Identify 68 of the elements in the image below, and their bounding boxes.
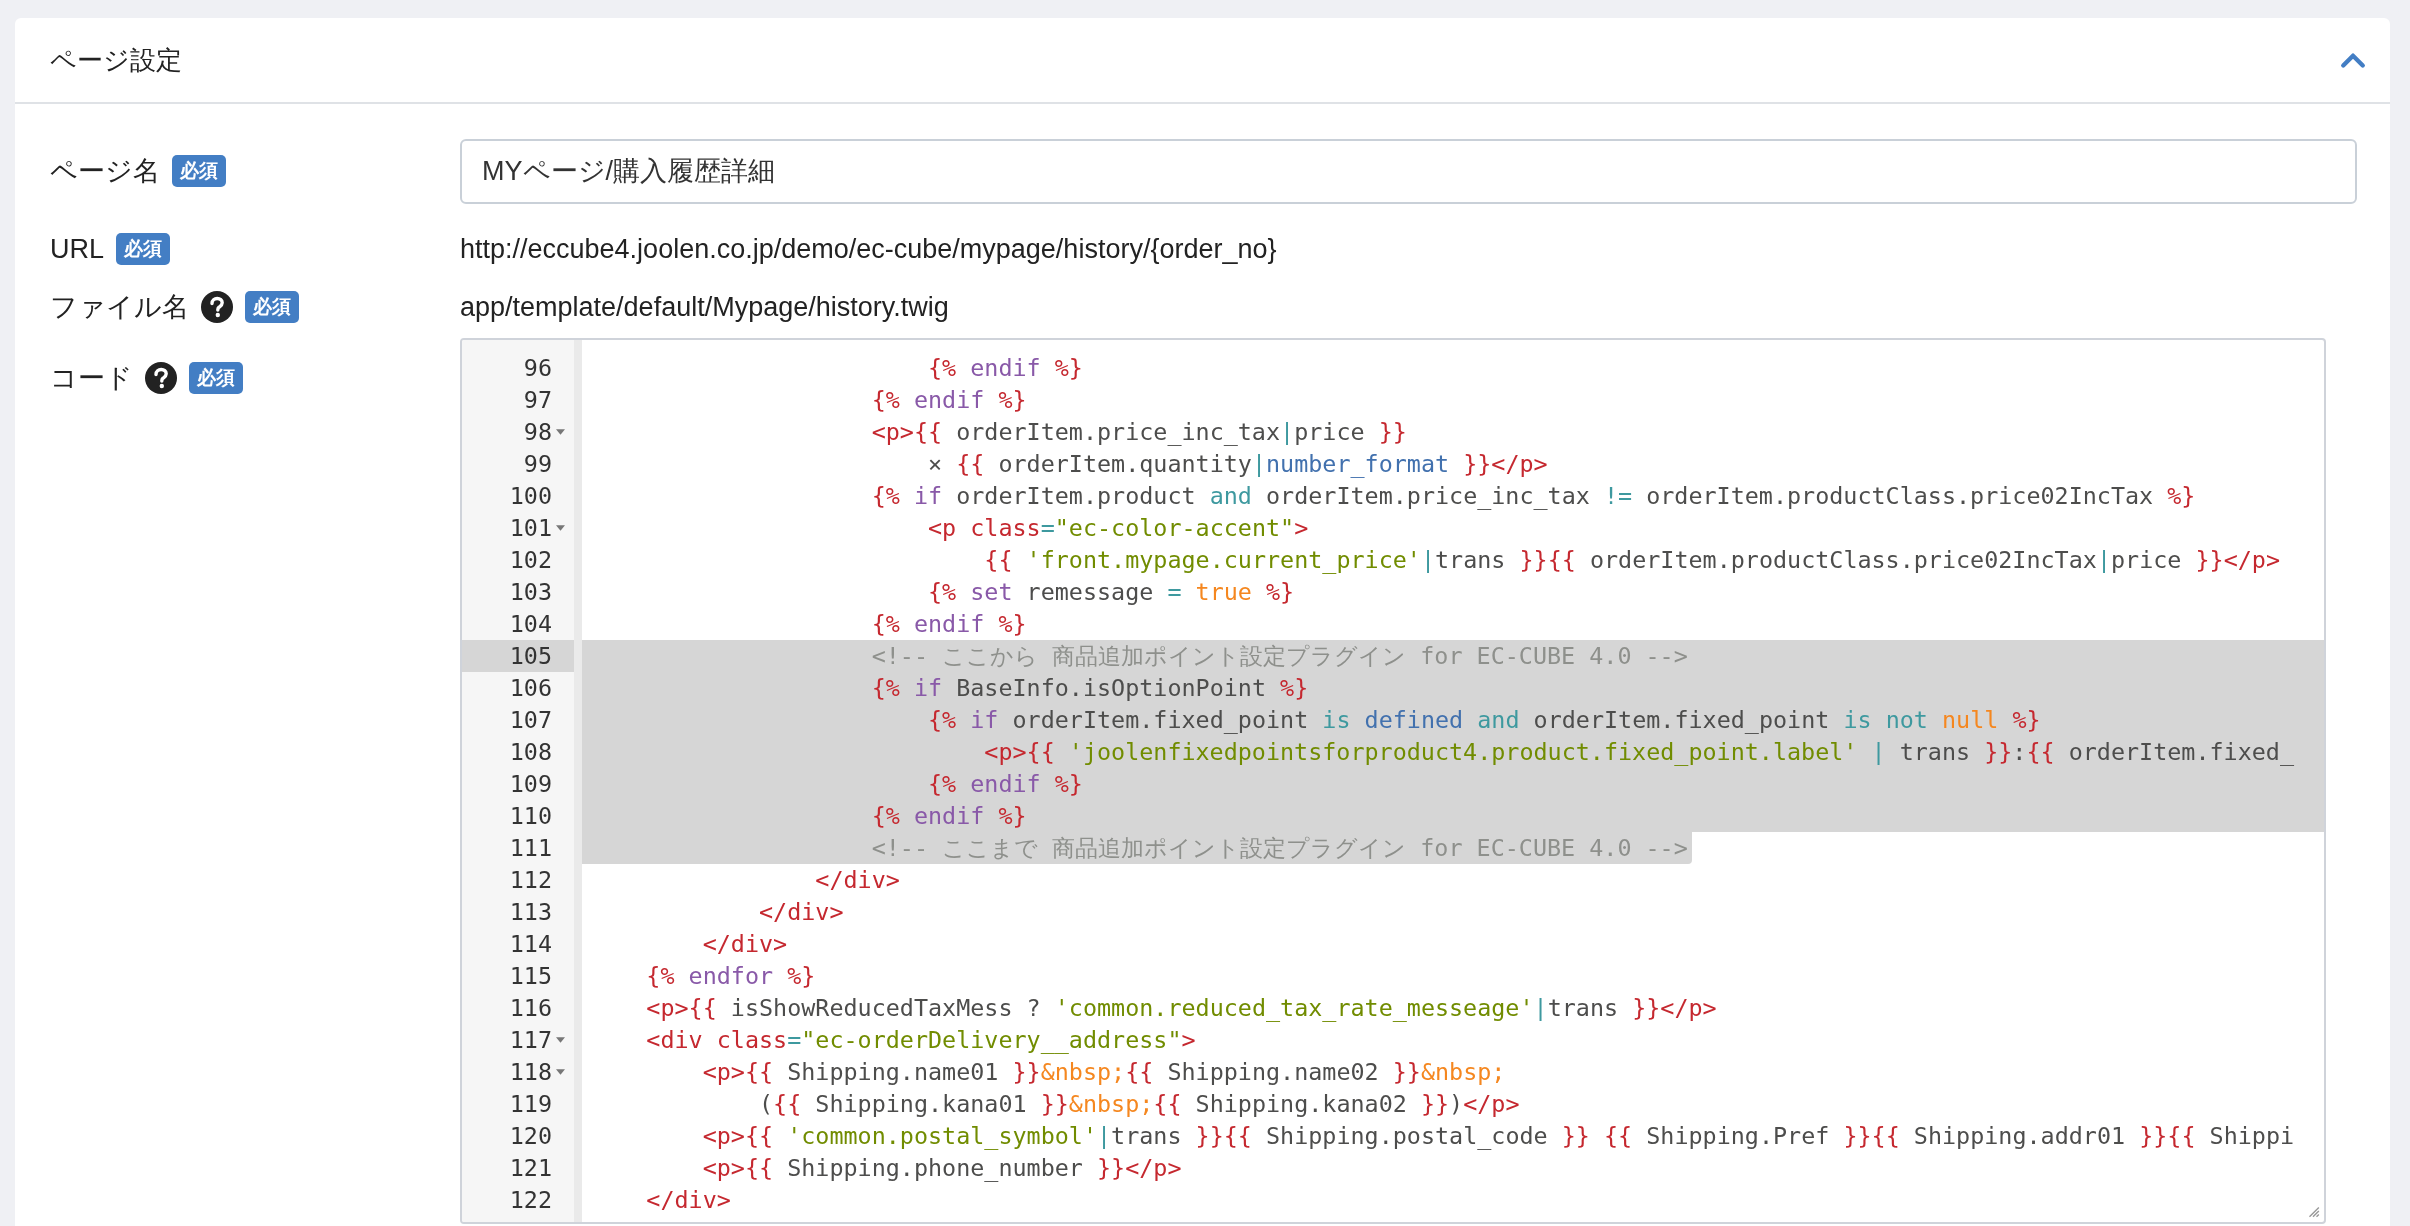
field-label: ファイル名 (50, 291, 189, 324)
line-number: 104 (509, 609, 552, 640)
resize-handle-icon[interactable] (2306, 1204, 2320, 1218)
code-line: <p>{{ Shipping.phone_number }}</p> (701, 1153, 1183, 1184)
code-line: </div> (645, 1185, 732, 1216)
line-number: 98 (523, 417, 552, 448)
code-line: <p>{{ 'common.postal_symbol'|trans }}{{ Shipping.postal_code }} {{ Shipping.Pref }}{{ Shipping.addr01 }}{{ Shippi (701, 1121, 2296, 1152)
code-line: {% endif %} (926, 353, 1084, 384)
line-number: 103 (509, 577, 552, 608)
code-line: ({{ Shipping.kana01 }}&nbsp;{{ Shipping.kana02 }})</p> (758, 1089, 1521, 1120)
panel-title: ページ設定 (50, 43, 182, 77)
line-number: 114 (509, 929, 552, 960)
code-line: {{ 'front.mypage.current_price'|trans }}{{ orderItem.productClass.price02IncTax|price }}</p> (983, 545, 2281, 576)
line-number: 112 (509, 865, 552, 896)
line-number: 119 (509, 1089, 552, 1120)
code-line: {% endfor %} (645, 961, 817, 992)
code-line: <p>{{ Shipping.name01 }}&nbsp;{{ Shipping.name02 }}&nbsp; (701, 1057, 1507, 1088)
fold-caret-icon[interactable] (555, 429, 565, 435)
line-number: 110 (509, 801, 552, 832)
line-number: 105 (509, 641, 552, 672)
code-line: </div> (758, 897, 845, 928)
line-number: 117 (509, 1025, 552, 1056)
field-label: ページ名 (50, 155, 160, 188)
field-value: http://eccube4.joolen.co.jp/demo/ec-cube/mypage/history/{order_no} (460, 233, 1277, 264)
code-line: {% if orderItem.product and orderItem.price_inc_tax != orderItem.productClass.price02IncTax %} (870, 481, 2197, 512)
line-number: 120 (509, 1121, 552, 1152)
line-number: 121 (509, 1153, 552, 1184)
line-number: 101 (509, 513, 552, 544)
code-line: </div> (814, 865, 901, 896)
page-name-field[interactable]: MYページ/購入履歴詳細 (460, 138, 2357, 204)
field-label: コード (50, 362, 133, 395)
code-line: {% endif %} (870, 385, 1028, 416)
code-line: <p class="ec-color-accent"> (926, 513, 1310, 544)
line-number: 99 (523, 449, 552, 480)
line-number: 100 (509, 481, 552, 512)
line-number: 116 (509, 993, 552, 1024)
line-number: 109 (509, 769, 552, 800)
line-number: 115 (509, 961, 552, 992)
code-line: × {{ orderItem.quantity|number_format }}</p> (926, 449, 1549, 480)
code-line: <div class="ec-orderDelivery__address"> (645, 1025, 1197, 1056)
code-line: <p>{{ isShowReducedTaxMess ? 'common.reduced_tax_rate_messeage'|trans }}</p> (645, 993, 1718, 1024)
line-number: 107 (509, 705, 552, 736)
field-value: app/template/default/Mypage/history.twig (460, 291, 949, 322)
line-number: 122 (509, 1185, 552, 1216)
required-badge: 必須 (172, 155, 226, 187)
line-number: 113 (509, 897, 552, 928)
line-number: 106 (509, 673, 552, 704)
line-number: 111 (509, 833, 552, 864)
help-icon[interactable] (145, 362, 177, 394)
fold-caret-icon[interactable] (555, 1069, 565, 1075)
line-number: 118 (509, 1057, 552, 1088)
line-number: 97 (523, 385, 552, 416)
field-label: URL (50, 233, 104, 265)
required-badge: 必須 (189, 362, 243, 394)
line-number: 108 (509, 737, 552, 768)
fold-caret-icon[interactable] (555, 1037, 565, 1043)
code-line: </div> (701, 929, 789, 960)
help-icon[interactable] (201, 291, 233, 323)
code-line: {% set remessage = true %} (926, 577, 1296, 608)
code-line: {% endif %} (870, 609, 1028, 640)
fold-caret-icon[interactable] (555, 525, 565, 531)
code-line: <p>{{ orderItem.price_inc_tax|price }} (870, 417, 1408, 448)
code-editor[interactable] (460, 338, 2326, 1224)
required-badge: 必須 (245, 291, 299, 323)
line-number: 96 (523, 353, 552, 384)
line-number: 102 (509, 545, 552, 576)
chevron-up-icon (2340, 51, 2366, 69)
required-badge: 必須 (116, 233, 170, 265)
